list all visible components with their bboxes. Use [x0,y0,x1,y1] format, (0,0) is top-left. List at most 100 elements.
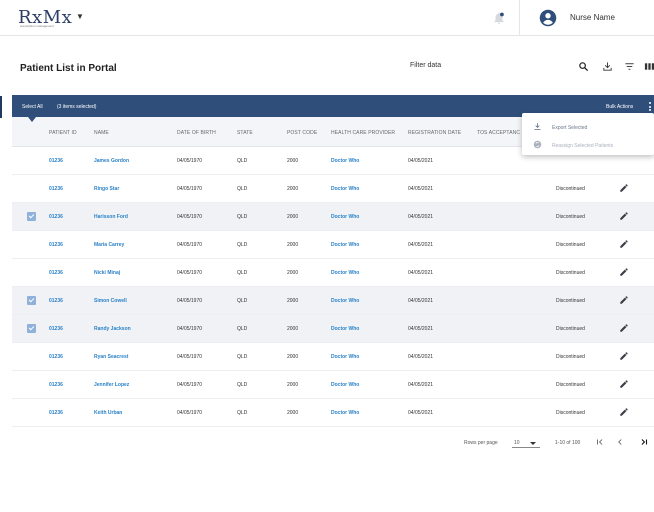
row-checkbox[interactable] [27,240,36,249]
patient-name-link[interactable]: Simon Cowell [94,298,127,304]
patient-name-link[interactable]: Harisson Ford [94,214,128,220]
patient-id-link[interactable]: 01236 [49,186,63,192]
column-header[interactable]: TOS ACCEPTANC [477,130,520,136]
provider-link[interactable]: Doctor Who [331,242,359,248]
edit-icon[interactable] [619,379,629,389]
post-code: 2000 [287,242,299,248]
status-text: Discontinued [556,354,585,360]
column-header[interactable]: REGISTRATION DATE [408,130,461,136]
table-row[interactable]: 01236 Simon Cowell 04/05/1970 QLD 2000 Doctor… [12,287,654,315]
column-header[interactable]: STATE [237,130,253,136]
first-page-icon[interactable] [595,437,605,447]
patient-id-link[interactable]: 01236 [49,298,63,304]
table-row[interactable]: 01236 Nicki Minaj 04/05/1970 QLD 2000 Doctor … [12,259,654,287]
more-vert-icon[interactable] [649,102,652,112]
columns-icon[interactable] [644,61,654,72]
column-header[interactable]: POST CODE [287,130,317,136]
edit-icon[interactable] [619,267,629,277]
download-icon [534,123,541,130]
table-row[interactable]: 01236 Jennifer Lopez 04/05/1970 QLD 2000 Doct… [12,371,654,399]
patient-id-link[interactable]: 01236 [49,354,63,360]
patient-name-link[interactable]: James Gordon [94,158,129,164]
provider-link[interactable]: Doctor Who [331,410,359,416]
row-checkbox[interactable] [27,352,36,361]
table-row[interactable]: 01236 Ringo Star 04/05/1970 QLD 2000 Doctor W… [12,175,654,203]
patient-name-link[interactable]: Jennifer Lopez [94,382,129,388]
row-checkbox[interactable] [27,268,36,277]
patient-name-link[interactable]: Ringo Star [94,186,119,192]
select-all-button[interactable]: Select All [22,104,43,110]
table-row[interactable]: 01236 Harisson Ford 04/05/1970 QLD 2000 Docto… [12,203,654,231]
patient-id-link[interactable]: 01236 [49,242,63,248]
edit-icon[interactable] [619,239,629,249]
export-selected-menu-item[interactable]: Export Selected [522,117,654,137]
filter-icon[interactable] [624,61,635,72]
edit-icon[interactable] [619,183,629,193]
edit-icon[interactable] [619,323,629,333]
patient-id-link[interactable]: 01236 [49,326,63,332]
last-page-icon[interactable] [639,437,649,447]
row-checkbox[interactable] [27,184,36,193]
provider-link[interactable]: Doctor Who [331,270,359,276]
account-circle-icon[interactable] [539,9,557,27]
patient-name-link[interactable]: Nicki Minaj [94,270,120,276]
patient-id-link[interactable]: 01236 [49,410,63,416]
logo-tagline: prescription management [20,24,54,28]
patient-id-link[interactable]: 01236 [49,214,63,220]
date-of-birth: 04/05/1970 [177,158,203,164]
table-row[interactable]: 01236 Keith Urban 04/05/1970 QLD 2000 Doctor … [12,399,654,427]
provider-link[interactable]: Doctor Who [331,382,359,388]
column-header[interactable]: DATE OF BIRTH [177,130,216,136]
filter-data-label[interactable]: Filter data [410,62,441,69]
table-row[interactable]: 01236 Ryan Seacrest 04/05/1970 QLD 2000 Docto… [12,343,654,371]
provider-link[interactable]: Doctor Who [331,326,359,332]
state: QLD [237,298,248,304]
search-icon[interactable] [578,61,589,72]
row-checkbox[interactable] [27,156,36,165]
state: QLD [237,214,248,220]
provider-link[interactable]: Doctor Who [331,298,359,304]
row-checkbox[interactable] [27,408,36,417]
dropdown-arrow-icon [530,442,536,445]
column-header[interactable]: PATIENT ID [49,130,77,136]
bulk-actions-button[interactable]: Bulk Actions [606,104,633,110]
provider-link[interactable]: Doctor Who [331,186,359,192]
selection-caret-icon [28,117,36,122]
edit-icon[interactable] [619,407,629,417]
row-checkbox[interactable] [27,296,36,305]
patient-id-link[interactable]: 01236 [49,270,63,276]
patient-id-link[interactable]: 01236 [49,158,63,164]
row-checkbox[interactable] [27,212,36,221]
date-of-birth: 04/05/1970 [177,186,203,192]
app-switcher-caret-icon[interactable]: ▼ [76,12,84,21]
previous-page-icon[interactable] [615,437,625,447]
patient-name-link[interactable]: Ryan Seacrest [94,354,128,360]
table-row[interactable]: 01236 Randy Jackson 04/05/1970 QLD 2000 Docto… [12,315,654,343]
registration-date: 04/05/2021 [408,298,434,304]
post-code: 2000 [287,354,299,360]
row-checkbox[interactable] [27,324,36,333]
edit-icon[interactable] [619,295,629,305]
column-header[interactable]: NAME [94,130,109,136]
provider-link[interactable]: Doctor Who [331,214,359,220]
row-checkbox[interactable] [27,380,36,389]
patient-name-link[interactable]: Maria Carrey [94,242,124,248]
edit-icon[interactable] [619,351,629,361]
reassign-patients-menu-item[interactable]: Reassign Selected Patients [522,135,654,155]
patient-name-link[interactable]: Keith Urban [94,410,122,416]
provider-link[interactable]: Doctor Who [331,354,359,360]
bell-icon[interactable] [492,11,506,25]
edit-icon[interactable] [619,211,629,221]
table-row[interactable]: 01236 Maria Carrey 04/05/1970 QLD 2000 Doctor… [12,231,654,259]
patient-id-link[interactable]: 01236 [49,382,63,388]
patient-name-link[interactable]: Randy Jackson [94,326,131,332]
registration-date: 04/05/2021 [408,270,434,276]
download-icon[interactable] [602,61,613,72]
column-header[interactable]: HEALTH CARE PROVIDER [331,130,395,136]
status-text: Discontinued [556,382,585,388]
registration-date: 04/05/2021 [408,214,434,220]
provider-link[interactable]: Doctor Who [331,158,359,164]
user-name[interactable]: Nurse Name [570,13,615,22]
bulk-actions-menu: Export Selected Reassign Selected Patien… [522,113,654,155]
rows-per-page-select[interactable]: 10 [512,436,540,448]
